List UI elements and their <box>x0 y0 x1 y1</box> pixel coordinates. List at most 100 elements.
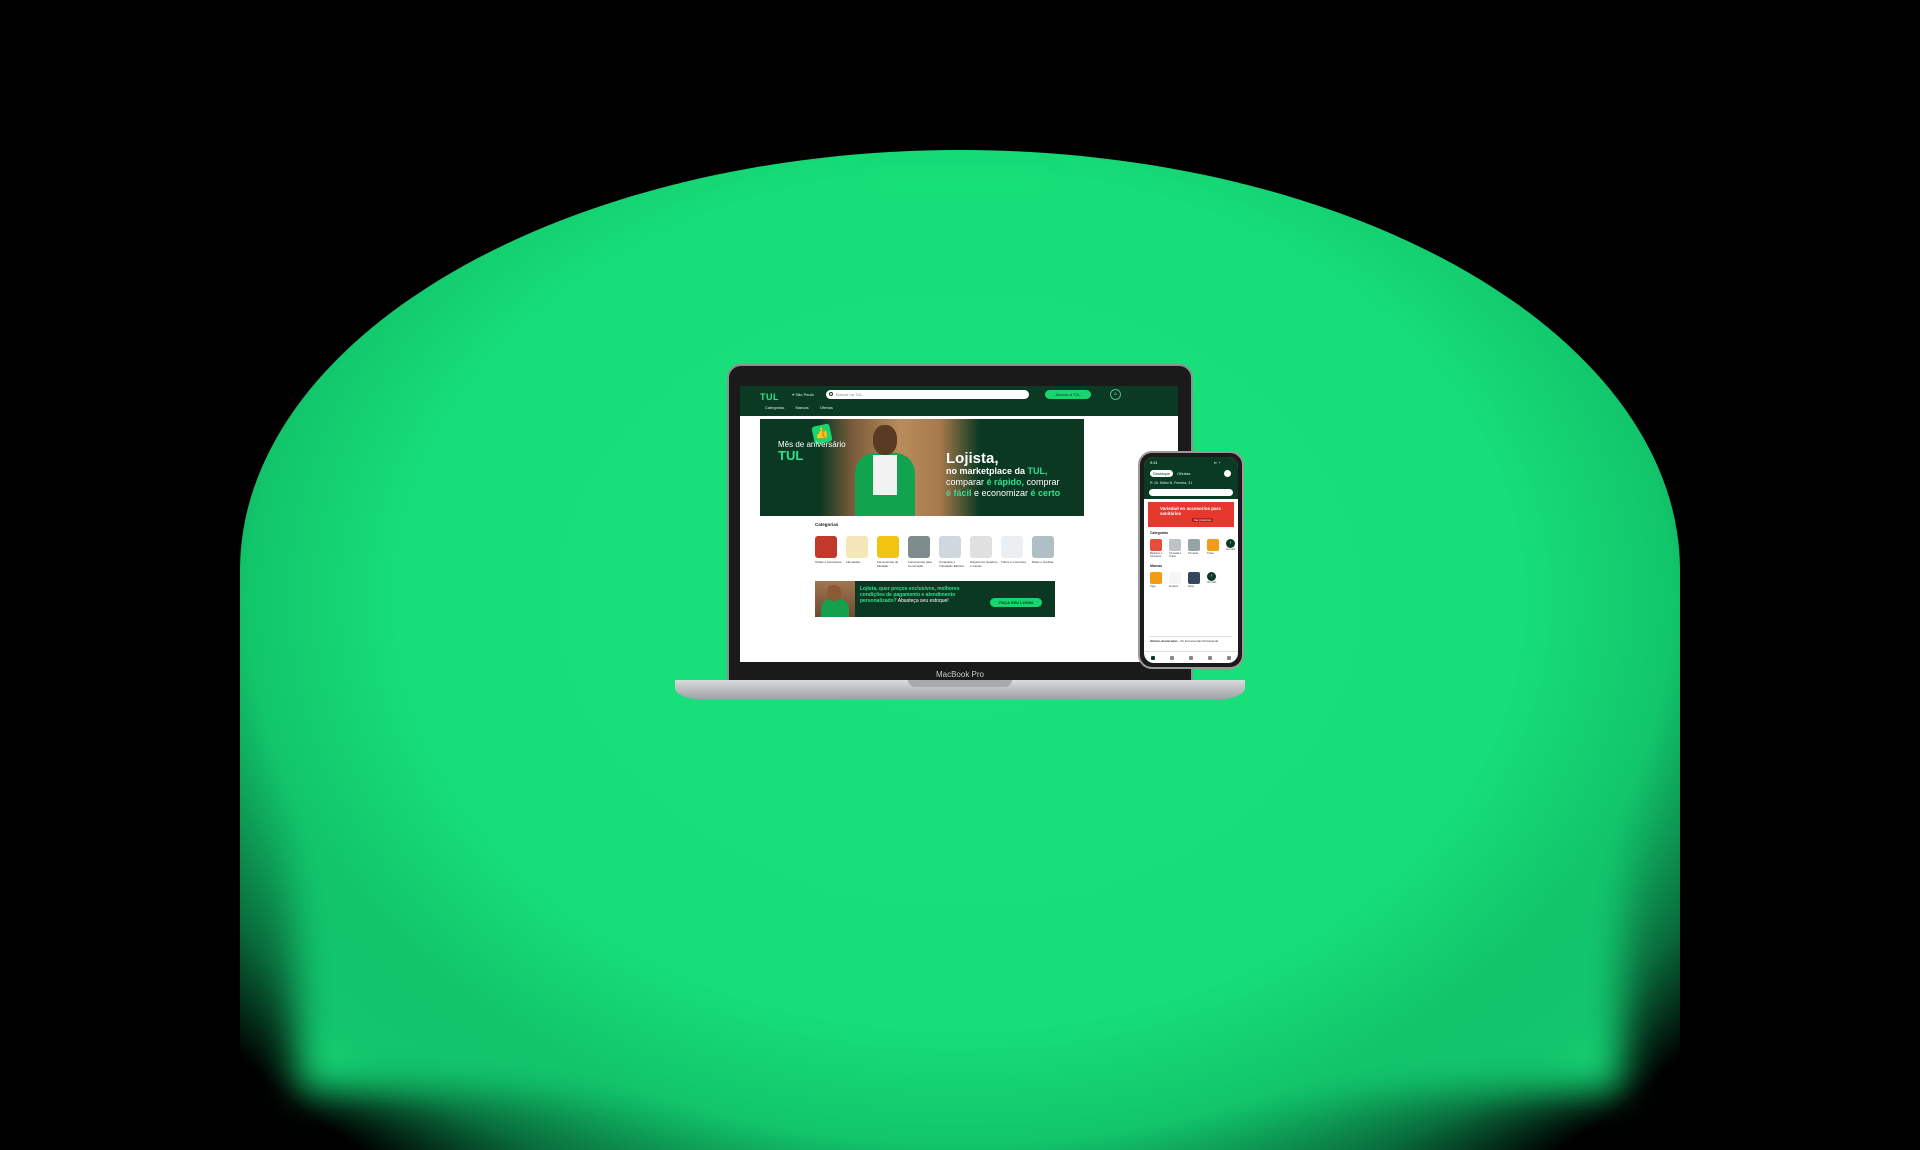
phone-item-label: Tintas <box>1207 552 1214 555</box>
category-image <box>1032 536 1054 558</box>
nav-marcas[interactable]: Marcas <box>795 405 808 410</box>
category-image <box>939 536 961 558</box>
phone-item[interactable]: Deca <box>1188 572 1202 588</box>
site-nav: Categorias Marcas Ofertas <box>765 405 843 410</box>
site-header: TUL ⌖ São Paulo Buscar na TUL Acesse a T… <box>740 386 1178 416</box>
phone-item-image <box>1169 572 1181 584</box>
cart-icon[interactable]: ⌂ <box>1110 389 1121 400</box>
category-image <box>908 536 930 558</box>
promo-text: Lojista, quer preços exclusivos, melhore… <box>860 586 985 604</box>
category-label: Disjuntores Quadros e Caixas <box>970 560 998 568</box>
category-item[interactable]: Tubos e Conexões <box>1001 536 1030 568</box>
access-button[interactable]: Acesse a TUL <box>1045 390 1091 399</box>
phone-item-label: Deca <box>1188 585 1194 588</box>
phone-brands-more[interactable]: › Ver tudo <box>1207 572 1221 588</box>
categories-title: Categorias <box>815 522 839 527</box>
laptop-notch <box>908 680 1012 687</box>
phone-item-label: Torneiras <box>1188 552 1199 555</box>
categories-icon[interactable] <box>1170 656 1175 660</box>
phone-time: 9:41 <box>1150 460 1158 465</box>
profile-icon[interactable] <box>1226 656 1231 660</box>
hero-person-image <box>855 425 915 516</box>
category-label: Tubos e Conexões <box>1001 560 1027 564</box>
hero-line3-suffix: comprar <box>1024 477 1060 487</box>
chevron-right-icon: › <box>1226 539 1235 548</box>
phone-item-image <box>1188 539 1200 551</box>
category-image <box>877 536 899 558</box>
category-label: Ferramentas de Medição <box>877 560 899 568</box>
hero-title: Lojista, <box>946 450 999 467</box>
search-icon <box>829 392 833 396</box>
location-label: São Paulo <box>795 392 814 397</box>
cart-nav-icon[interactable] <box>1207 656 1212 660</box>
phone-item-image <box>1188 572 1200 584</box>
offers-icon[interactable] <box>1188 656 1193 660</box>
phone-screen: 9:41 ▪▪ ◔ Destaque Ofertas R. Dr. Mário … <box>1144 457 1238 663</box>
phone-item-image <box>1169 539 1181 551</box>
phone-item-image <box>1150 539 1162 551</box>
hero-banner[interactable]: 👍 Mês de aniversário TUL Lojista, no mar… <box>760 419 1084 516</box>
phone-item-label: Conexão e Tubos <box>1169 552 1182 558</box>
phone-item-image <box>1207 539 1219 551</box>
tab-destaque[interactable]: Destaque <box>1150 470 1174 477</box>
phone-categories-more[interactable]: › Ver tudo <box>1226 539 1238 558</box>
category-item[interactable]: Ferramentas de Medição <box>877 536 906 568</box>
hero-line3: comparar <box>946 477 987 487</box>
phone-item-label: Tigre <box>1150 585 1156 588</box>
laptop-screen: TUL ⌖ São Paulo Buscar na TUL Acesse a T… <box>740 386 1178 662</box>
nav-ofertas[interactable]: Ofertas <box>820 405 833 410</box>
category-item[interactable]: Condulete e Tubulação Elétrica <box>939 536 968 568</box>
phone-item-image <box>1150 572 1162 584</box>
login-button[interactable]: FAÇA SEU LOGIN <box>990 598 1042 607</box>
phone-banner-badge: Ver produtos <box>1192 518 1214 522</box>
hero-anniversary-badge: Mês de aniversário TUL <box>778 441 846 463</box>
phone-location[interactable]: R. Dr. Mário N. Ferreira, 31 <box>1150 481 1192 485</box>
category-image <box>1001 536 1023 558</box>
category-item[interactable]: Ralos e Grelhas <box>1032 536 1061 568</box>
hero-line4-hl: é fácil <box>946 488 972 498</box>
hero-line2-brand: TUL, <box>1027 466 1048 476</box>
hero-line2: no marketplace da <box>946 466 1028 476</box>
phone-banner-title: Variedad en accesorios para sanitários <box>1160 506 1221 516</box>
category-label: Ferramentas para Construção <box>908 560 932 568</box>
phone-item[interactable]: Banheiro e Chuveiros <box>1150 539 1164 558</box>
site-logo[interactable]: TUL <box>760 392 779 402</box>
phone-item[interactable]: Torneiras <box>1188 539 1202 558</box>
category-image <box>815 536 837 558</box>
hero-line3-hl: é rápido, <box>986 477 1025 487</box>
phone-brands-row: Tigre Amanco Deca › Ver tudo <box>1150 572 1226 588</box>
hero-line4-hl2: é certo <box>1030 488 1061 498</box>
nav-categorias[interactable]: Categorias <box>765 405 784 410</box>
category-label: Lâmpadas <box>846 560 861 564</box>
promo-plain: Abasteça seu estoque! <box>896 598 949 604</box>
category-label: Condulete e Tubulação Elétrica <box>939 560 964 568</box>
hero-anniversary-brand: TUL <box>778 448 804 463</box>
categories-list: Telhas e Acessórios Lâmpadas Ferramentas d… <box>815 536 1063 568</box>
see-all-label: Ver tudo <box>1226 548 1236 551</box>
user-icon[interactable] <box>1224 470 1231 477</box>
phone-offers[interactable]: Ofertas destacadas · Kit Ferramentas Pro… <box>1150 636 1232 649</box>
phone-offers-title: Ofertas destacadas <box>1150 639 1178 643</box>
search-input[interactable]: Buscar na TUL <box>826 390 1029 399</box>
category-item[interactable]: Disjuntores Quadros e Caixas <box>970 536 999 568</box>
phone-item-label: Banheiro e Chuveiros <box>1150 552 1163 558</box>
phone-header: 9:41 ▪▪ ◔ Destaque Ofertas R. Dr. Mário … <box>1144 457 1238 499</box>
phone-item[interactable]: Tigre <box>1150 572 1164 588</box>
phone-item[interactable]: Conexão e Tubos <box>1169 539 1183 558</box>
location-selector[interactable]: ⌖ São Paulo <box>792 392 814 397</box>
category-item[interactable]: Telhas e Acessórios <box>815 536 844 568</box>
phone-item[interactable]: Amanco <box>1169 572 1183 588</box>
phone-search-input[interactable] <box>1149 489 1233 496</box>
phone-bottom-nav <box>1144 651 1238 663</box>
category-item[interactable]: Ferramentas para Construção <box>908 536 937 568</box>
category-image <box>970 536 992 558</box>
category-item[interactable]: Lâmpadas <box>846 536 875 568</box>
promo-banner[interactable]: Lojista, quer preços exclusivos, melhore… <box>815 581 1055 617</box>
home-icon[interactable] <box>1151 656 1156 660</box>
see-all-label: Ver tudo <box>1207 581 1217 584</box>
phone-brands-title: Marcas <box>1150 564 1163 568</box>
phone-banner[interactable]: Variedad en accesorios para sanitários V… <box>1148 502 1234 527</box>
phone-item[interactable]: Tintas <box>1207 539 1221 558</box>
phone-offer-text: Kit Ferramentas Profissional <box>1180 639 1219 643</box>
tab-ofertas[interactable]: Ofertas <box>1174 470 1193 477</box>
